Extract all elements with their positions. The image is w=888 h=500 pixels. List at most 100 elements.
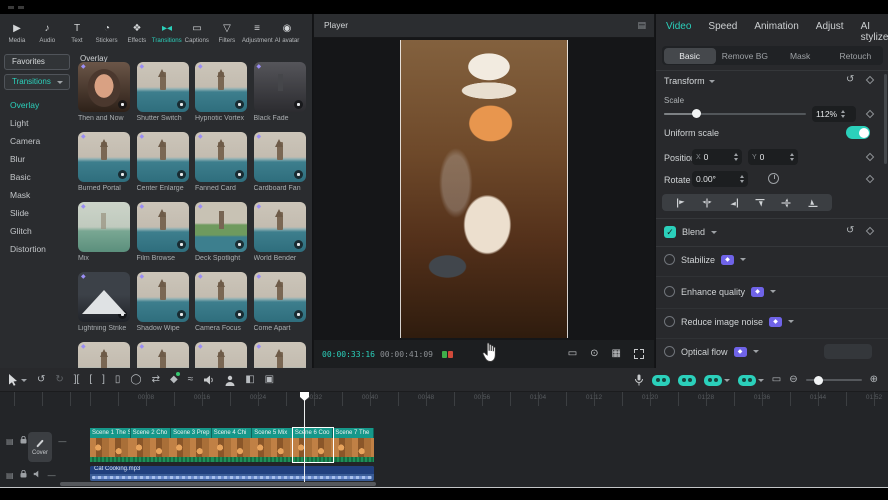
sidebar-item-camera[interactable]: Camera <box>10 134 40 148</box>
optical-flow-mode-button[interactable] <box>824 344 872 359</box>
sidebar-item-overlay[interactable]: Overlay <box>10 98 39 112</box>
sidebar-item-glitch[interactable]: Glitch <box>10 224 32 238</box>
transition-item-partial[interactable]: ◆ <box>254 342 306 368</box>
transition-item[interactable]: ◆Cardboard Fan <box>254 132 306 202</box>
fullscreen-icon[interactable] <box>634 349 644 359</box>
sidebar-item-light[interactable]: Light <box>10 116 28 130</box>
stabilize-checkbox[interactable] <box>664 254 675 265</box>
scale-stepper[interactable] <box>841 110 845 118</box>
collapse-track-icon[interactable]: — <box>58 437 66 446</box>
reset-transform-icon[interactable]: ↺ <box>846 75 854 85</box>
sidebar-item-blur[interactable]: Blur <box>10 152 25 166</box>
blend-keyframe-icon[interactable] <box>866 227 874 235</box>
sidebar-item-slide[interactable]: Slide <box>10 206 29 220</box>
magnet-toggle[interactable] <box>652 375 670 386</box>
align-right-icon[interactable] <box>729 198 739 208</box>
clip-scene-6-selected[interactable]: Scene 6 Coo <box>293 428 334 462</box>
transition-item[interactable]: ◆Shadow Wipe <box>137 272 189 342</box>
toolbar-media[interactable]: ▶Media <box>2 16 32 50</box>
trim-right-icon[interactable]: ] <box>102 374 105 386</box>
clip-scene-3[interactable]: Scene 3 Prep <box>171 428 212 462</box>
ai-character-icon[interactable] <box>225 375 235 386</box>
toolbar-transitions[interactable]: ▸◂Transitions <box>152 16 182 50</box>
transition-item[interactable]: ◆Come Apart <box>254 272 306 342</box>
auto-captions-icon[interactable]: ≈ <box>188 374 194 386</box>
tab-animation[interactable]: Animation <box>754 21 798 43</box>
reduce-noise-checkbox[interactable] <box>664 316 675 327</box>
preview-quality-indicator[interactable] <box>442 351 453 358</box>
zoom-slider-knob[interactable] <box>814 376 823 385</box>
delete-icon[interactable]: ◯ <box>130 374 141 386</box>
mirror-icon[interactable]: ⇄ <box>152 374 160 386</box>
sidebar-item-mask[interactable]: Mask <box>10 188 30 202</box>
subtab-mask[interactable]: Mask <box>774 48 826 64</box>
video-preview[interactable] <box>400 40 568 338</box>
clip-scene-4[interactable]: Scene 4 Chi <box>212 428 253 462</box>
clip-scene-7[interactable]: Scene 7 The <box>333 428 374 462</box>
optical-flow-checkbox[interactable] <box>664 346 675 357</box>
smart-edit-icon[interactable]: ◆ <box>170 374 178 386</box>
inspector-scrollbar[interactable] <box>884 74 887 164</box>
trim-left-icon[interactable]: [ <box>89 374 92 386</box>
transition-item[interactable]: ◆Black Fade <box>254 62 306 132</box>
rotate-stepper[interactable] <box>740 175 744 183</box>
toolbar-audio[interactable]: ♪Audio <box>32 16 62 50</box>
reset-blend-icon[interactable]: ↺ <box>846 226 854 236</box>
lock-icon[interactable] <box>20 470 27 480</box>
split-icon[interactable]: ][ <box>74 374 80 386</box>
toolbar-stickers[interactable]: ◔Stickers <box>92 16 122 50</box>
rotate-value-field[interactable]: 0.00° <box>692 171 748 187</box>
ratio-icon[interactable]: ▭ <box>568 349 577 359</box>
align-top-icon[interactable] <box>755 198 765 208</box>
favorites-button[interactable]: Favorites <box>4 54 70 70</box>
transition-item[interactable]: ◆Shutter Switch <box>137 62 189 132</box>
clip-scene-1[interactable]: Scene 1 The S <box>90 428 131 462</box>
uniform-scale-toggle[interactable] <box>846 126 870 139</box>
position-y-field[interactable]: Y 0 <box>748 149 798 165</box>
mute-track-icon[interactable] <box>203 375 215 385</box>
player-options-icon[interactable]: ▤ <box>637 20 646 31</box>
transform-keyframe-icon[interactable] <box>866 76 874 84</box>
timeline-scrollbar[interactable] <box>60 482 376 486</box>
transition-item[interactable]: ◆Burned Portal <box>78 132 130 202</box>
select-tool-icon[interactable] <box>8 374 27 386</box>
transition-item-partial[interactable]: ◆ <box>78 342 130 368</box>
quality-icon[interactable]: ▦ <box>612 349 621 359</box>
position-keyframe-icon[interactable] <box>866 153 874 161</box>
zoom-in-icon[interactable]: ⊕ <box>870 374 878 386</box>
subtab-basic[interactable]: Basic <box>664 48 716 64</box>
track-order-icon[interactable]: ▤ <box>6 471 14 480</box>
undo-icon[interactable]: ↺ <box>37 374 45 386</box>
snap-toggle[interactable] <box>678 375 696 386</box>
subtab-remove-bg[interactable]: Remove BG <box>719 48 771 64</box>
transition-item[interactable]: ◆Mix <box>78 202 130 272</box>
playhead[interactable] <box>304 392 305 482</box>
lock-icon[interactable] <box>20 436 27 446</box>
track-order-icon[interactable]: ▤ <box>6 437 14 446</box>
align-bottom-icon[interactable] <box>808 198 818 208</box>
scale-value-field[interactable]: 112% <box>812 106 856 122</box>
audio-clip[interactable]: Cat Cooking.mp3 <box>90 466 374 481</box>
toolbar-text[interactable]: TText <box>62 16 92 50</box>
fit-screen-icon[interactable]: ⊙ <box>590 349 598 359</box>
transition-item[interactable]: ◆Camera Focus <box>195 272 247 342</box>
scale-slider[interactable] <box>664 113 806 115</box>
rotate-keyframe-icon[interactable] <box>866 175 874 183</box>
transition-item-partial[interactable]: ◆ <box>137 342 189 368</box>
position-x-stepper[interactable] <box>734 153 738 161</box>
transition-item[interactable]: ◆Center Enlarge <box>137 132 189 202</box>
transition-item[interactable]: ◆Deck Spotlight <box>195 202 247 272</box>
link-toggle[interactable] <box>704 375 722 386</box>
redo-icon[interactable]: ↻ <box>55 374 63 386</box>
monitor-icon[interactable]: ▭ <box>772 374 781 386</box>
timeline-zoom-slider[interactable] <box>806 379 862 381</box>
transition-item[interactable]: ◆World Bender <box>254 202 306 272</box>
toolbar-effects[interactable]: ❖Effects <box>122 16 152 50</box>
toolbar-adjustment[interactable]: ≡Adjustment <box>242 16 272 50</box>
rotate-knob-icon[interactable] <box>768 173 779 184</box>
mask-tool-icon[interactable]: ◧ <box>245 374 254 386</box>
align-middle-vertical-icon[interactable] <box>781 198 791 208</box>
mute-icon[interactable] <box>33 470 42 480</box>
tab-speed[interactable]: Speed <box>708 21 737 43</box>
transition-item[interactable]: ◆Lightning Strike <box>78 272 130 342</box>
